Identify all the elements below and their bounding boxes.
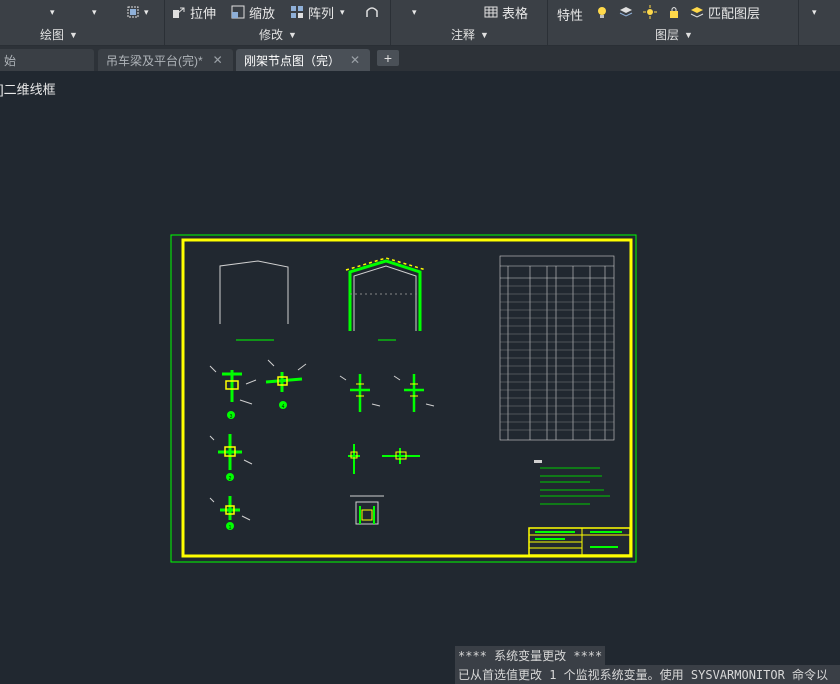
- command-text: 已从首选值更改 1 个监视系统变量。使用 SYSVARMONITOR 命令以: [458, 668, 829, 682]
- command-history-line-1: **** 系统变量更改 ****: [455, 646, 606, 665]
- edit-polyline-button[interactable]: [365, 3, 383, 21]
- close-icon[interactable]: ✕: [350, 53, 360, 67]
- match-layer-label: 匹配图层: [708, 5, 761, 21]
- detail-number: 2: [229, 476, 232, 482]
- layer-bulb-icon: [598, 7, 606, 18]
- joint-detail-right-a: [339, 374, 381, 412]
- scale-label: 缩放: [249, 5, 276, 21]
- array-label: 阵列: [308, 5, 335, 21]
- table-icon: [484, 6, 498, 18]
- file-tab-bar: 始 吊车梁及平台(完)* ✕ 刚架节点图（完） ✕: [0, 46, 840, 71]
- joint-detail-right-b: [393, 374, 435, 412]
- panel-separator: [547, 0, 548, 45]
- properties-label: 特性: [557, 7, 584, 23]
- command-text: **** 系统变量更改 ****: [458, 649, 603, 663]
- detail-number: 1: [229, 525, 232, 531]
- chevron-down-icon: ▼: [480, 29, 489, 40]
- annotation-panel-text: 注释: [451, 28, 476, 42]
- match-layer-button[interactable]: 匹配图层: [690, 3, 760, 21]
- stretch-button[interactable]: 拉伸: [172, 3, 216, 21]
- material-table: [499, 255, 615, 441]
- table-button[interactable]: 表格: [484, 3, 528, 21]
- layer-lock-button[interactable]: [667, 3, 685, 21]
- ribbon-draw-dropdown-2[interactable]: ▾: [92, 3, 97, 21]
- region-icon: [127, 6, 139, 18]
- chevron-down-icon: ▼: [684, 29, 693, 40]
- ribbon-draw-dropdown[interactable]: ▾: [50, 3, 55, 21]
- layer-lock-icon: [670, 7, 678, 18]
- layer-sun-icon: [643, 5, 657, 19]
- scale-button[interactable]: 缩放: [231, 3, 275, 21]
- layer-freeze-button[interactable]: [643, 3, 661, 21]
- stretch-label: 拉伸: [190, 5, 217, 21]
- array-icon: [291, 6, 303, 18]
- layer-stack-icon: [619, 7, 633, 17]
- command-history-line-2: 已从首选值更改 1 个监视系统变量。使用 SYSVARMONITOR 命令以: [455, 665, 840, 684]
- title-block: [528, 527, 631, 556]
- new-tab-button[interactable]: +: [377, 50, 399, 66]
- modify-panel-text: 修改: [259, 28, 284, 42]
- tab-label: 刚架节点图（完）: [244, 53, 341, 68]
- match-layer-icon: [690, 7, 704, 18]
- plus-icon: +: [383, 50, 393, 66]
- array-button[interactable]: 阵列 ▾: [290, 3, 345, 21]
- ribbon-more-dropdown[interactable]: ▾: [812, 3, 817, 21]
- properties-button[interactable]: 特性: [557, 5, 583, 23]
- panel-separator: [164, 0, 165, 45]
- draw-panel-text: 绘图: [40, 28, 65, 42]
- tab-label: 始: [4, 53, 17, 68]
- ribbon-tools-row: ▾ ▾ ▾ 拉伸 缩放 阵列 ▾ ▾ 表格 特性 匹配图层 ▾: [0, 0, 840, 25]
- close-icon[interactable]: ✕: [213, 53, 223, 67]
- panel-separator: [390, 0, 391, 45]
- ribbon-region-button[interactable]: ▾: [126, 3, 149, 21]
- polyline-edit-icon: [366, 7, 378, 17]
- frame-elevation-simple: [219, 260, 289, 341]
- ribbon-text-dropdown[interactable]: ▾: [412, 3, 417, 21]
- scale-icon: [231, 5, 245, 19]
- joint-detail-2: [209, 434, 253, 481]
- sheet-outer-border: [170, 234, 637, 563]
- panel-separator: [798, 0, 799, 45]
- ribbon: ▾ ▾ ▾ 拉伸 缩放 阵列 ▾ ▾ 表格 特性 匹配图层 ▾ 绘图 ▼ 修改 …: [0, 0, 840, 46]
- layer-off-button[interactable]: [595, 3, 613, 21]
- chevron-down-icon: ▼: [288, 29, 297, 40]
- visual-style-label: ]二维线框: [0, 82, 56, 97]
- frame-elevation-detailed: [345, 257, 427, 341]
- annotation-panel-label[interactable]: 注释 ▼: [451, 26, 489, 43]
- tab-frame-joint[interactable]: 刚架节点图（完） ✕: [236, 49, 370, 71]
- layers-panel-text: 图层: [655, 28, 680, 42]
- joint-detail-right-d: [350, 495, 384, 525]
- layers-panel-label[interactable]: 图层 ▼: [655, 26, 693, 43]
- drawing-sheet[interactable]: 3 4 2 1: [170, 234, 638, 564]
- tab-label: 吊车梁及平台(完)*: [106, 53, 203, 68]
- detail-number: 3: [230, 414, 233, 420]
- tab-crane-beam[interactable]: 吊车梁及平台(完)* ✕: [98, 49, 233, 71]
- joint-detail-3: [209, 365, 257, 419]
- modify-panel-label[interactable]: 修改 ▼: [259, 26, 297, 43]
- joint-detail-4: [265, 359, 307, 409]
- layer-isolate-button[interactable]: [619, 3, 637, 21]
- drawing-notes: [534, 460, 610, 505]
- table-label: 表格: [502, 5, 529, 21]
- joint-detail-right-c: [348, 444, 420, 474]
- viewport-visual-style-control[interactable]: ]二维线框: [0, 79, 56, 98]
- stretch-icon: [173, 7, 185, 18]
- draw-panel-label[interactable]: 绘图 ▼: [40, 26, 78, 43]
- detail-number: 4: [282, 404, 285, 410]
- chevron-down-icon: ▼: [69, 29, 78, 40]
- tab-start[interactable]: 始: [0, 49, 94, 71]
